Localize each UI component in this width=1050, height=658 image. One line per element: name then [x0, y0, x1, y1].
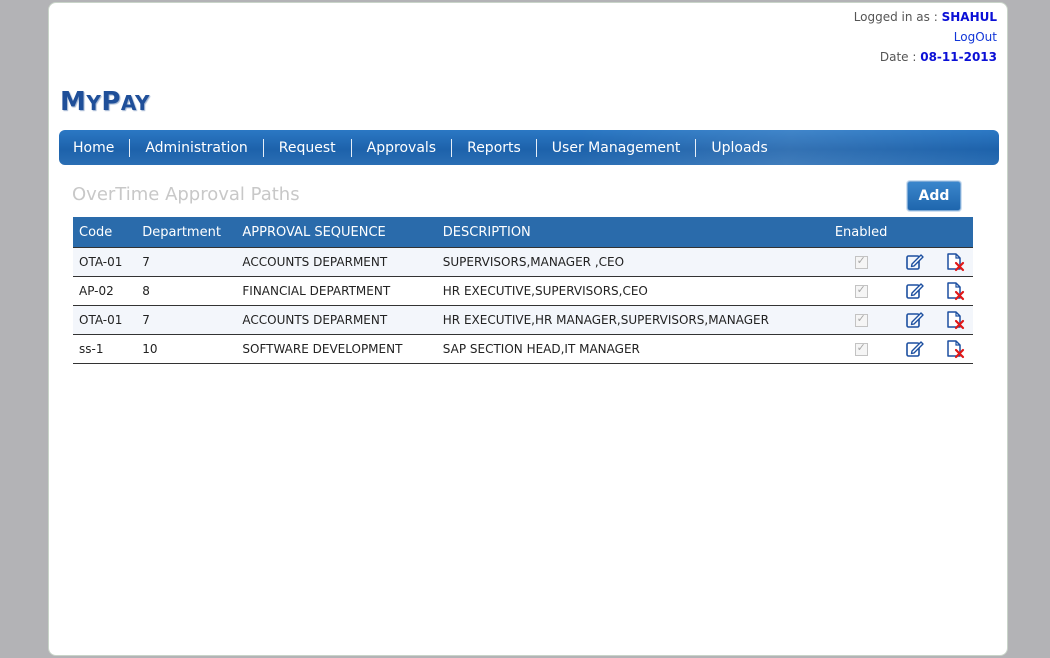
cell-code: OTA-01 — [73, 247, 137, 277]
col-header-description: DESCRIPTION — [436, 217, 829, 248]
cell-description: SUPERVISORS,MANAGER ,CEO — [436, 247, 829, 277]
cell-enabled — [828, 305, 894, 335]
cell-code: ss-1 — [73, 334, 137, 364]
delete-icon[interactable] — [945, 252, 965, 272]
cell-description: SAP SECTION HEAD,IT MANAGER — [436, 334, 829, 364]
cell-department: 8 — [136, 276, 237, 306]
delete-icon[interactable] — [945, 281, 965, 301]
page-title: OverTime Approval Paths — [72, 184, 300, 205]
cell-edit — [893, 334, 937, 364]
enabled-checkbox[interactable] — [854, 283, 868, 298]
edit-icon[interactable] — [905, 281, 925, 301]
add-button[interactable]: Add — [907, 181, 961, 211]
nav-item-user-management[interactable]: User Management — [535, 138, 696, 157]
edit-icon[interactable] — [905, 339, 925, 359]
cell-description: HR EXECUTIVE,SUPERVISORS,CEO — [436, 276, 829, 306]
col-header-enabled: Enabled — [828, 217, 894, 248]
edit-icon[interactable] — [905, 252, 925, 272]
cell-edit — [893, 247, 937, 277]
nav-item-uploads[interactable]: Uploads — [695, 138, 782, 157]
table-row: OTA-01 7 ACCOUNTS DEPARMENT HR EXECUTIVE… — [73, 305, 973, 335]
cell-delete — [936, 334, 973, 364]
cell-enabled — [828, 247, 894, 277]
cell-delete — [936, 305, 973, 335]
enabled-checkbox[interactable] — [854, 254, 868, 269]
cell-delete — [936, 276, 973, 306]
col-header-code: Code — [73, 217, 137, 248]
nav-item-request[interactable]: Request — [262, 138, 351, 157]
enabled-checkbox[interactable] — [854, 341, 868, 356]
col-header-edit — [893, 217, 937, 248]
logged-in-label: Logged in as : — [853, 10, 942, 24]
date-label: Date : — [879, 50, 921, 64]
edit-icon[interactable] — [905, 310, 925, 330]
main-nav: Home Administration Request Approvals Re… — [59, 130, 999, 165]
col-header-delete — [936, 217, 973, 248]
nav-item-reports[interactable]: Reports — [451, 138, 536, 157]
cell-approval-sequence: SOFTWARE DEVELOPMENT — [236, 334, 437, 364]
logout-link[interactable]: LogOut — [954, 30, 997, 44]
cell-department: 7 — [136, 305, 237, 335]
delete-icon[interactable] — [945, 339, 965, 359]
col-header-department: Department — [136, 217, 237, 248]
cell-edit — [893, 276, 937, 306]
page-container: Logged in as : SHAHUL LogOut Date : 08-1… — [48, 2, 1008, 656]
cell-code: OTA-01 — [73, 305, 137, 335]
date-line: Date : 08-11-2013 — [854, 47, 997, 67]
cell-enabled — [828, 276, 894, 306]
table-header-row: Code Department APPROVAL SEQUENCE DESCRI… — [73, 217, 973, 248]
delete-icon[interactable] — [945, 310, 965, 330]
user-name: SHAHUL — [941, 10, 997, 24]
cell-edit — [893, 305, 937, 335]
cell-approval-sequence: ACCOUNTS DEPARMENT — [236, 305, 437, 335]
cell-code: AP-02 — [73, 276, 137, 306]
table-row: AP-02 8 FINANCIAL DEPARTMENT HR EXECUTIV… — [73, 276, 973, 306]
table-row: ss-1 10 SOFTWARE DEVELOPMENT SAP SECTION… — [73, 334, 973, 364]
cell-department: 7 — [136, 247, 237, 277]
cell-delete — [936, 247, 973, 277]
nav-item-administration[interactable]: Administration — [129, 138, 262, 157]
table-row: OTA-01 7 ACCOUNTS DEPARMENT SUPERVISORS,… — [73, 247, 973, 277]
col-header-approval-sequence: APPROVAL SEQUENCE — [236, 217, 437, 248]
cell-description: HR EXECUTIVE,HR MANAGER,SUPERVISORS,MANA… — [436, 305, 829, 335]
nav-item-approvals[interactable]: Approvals — [350, 138, 451, 157]
date-value: 08-11-2013 — [920, 50, 997, 64]
cell-approval-sequence: FINANCIAL DEPARTMENT — [236, 276, 437, 306]
enabled-checkbox[interactable] — [854, 312, 868, 327]
app-logo: MYPAY — [60, 87, 150, 117]
cell-department: 10 — [136, 334, 237, 364]
nav-item-home[interactable]: Home — [59, 139, 129, 157]
cell-enabled — [828, 334, 894, 364]
approval-paths-table: Code Department APPROVAL SEQUENCE DESCRI… — [73, 217, 973, 364]
user-info: Logged in as : SHAHUL LogOut Date : 08-1… — [854, 7, 997, 67]
cell-approval-sequence: ACCOUNTS DEPARMENT — [236, 247, 437, 277]
logged-in-line: Logged in as : SHAHUL — [854, 7, 997, 27]
